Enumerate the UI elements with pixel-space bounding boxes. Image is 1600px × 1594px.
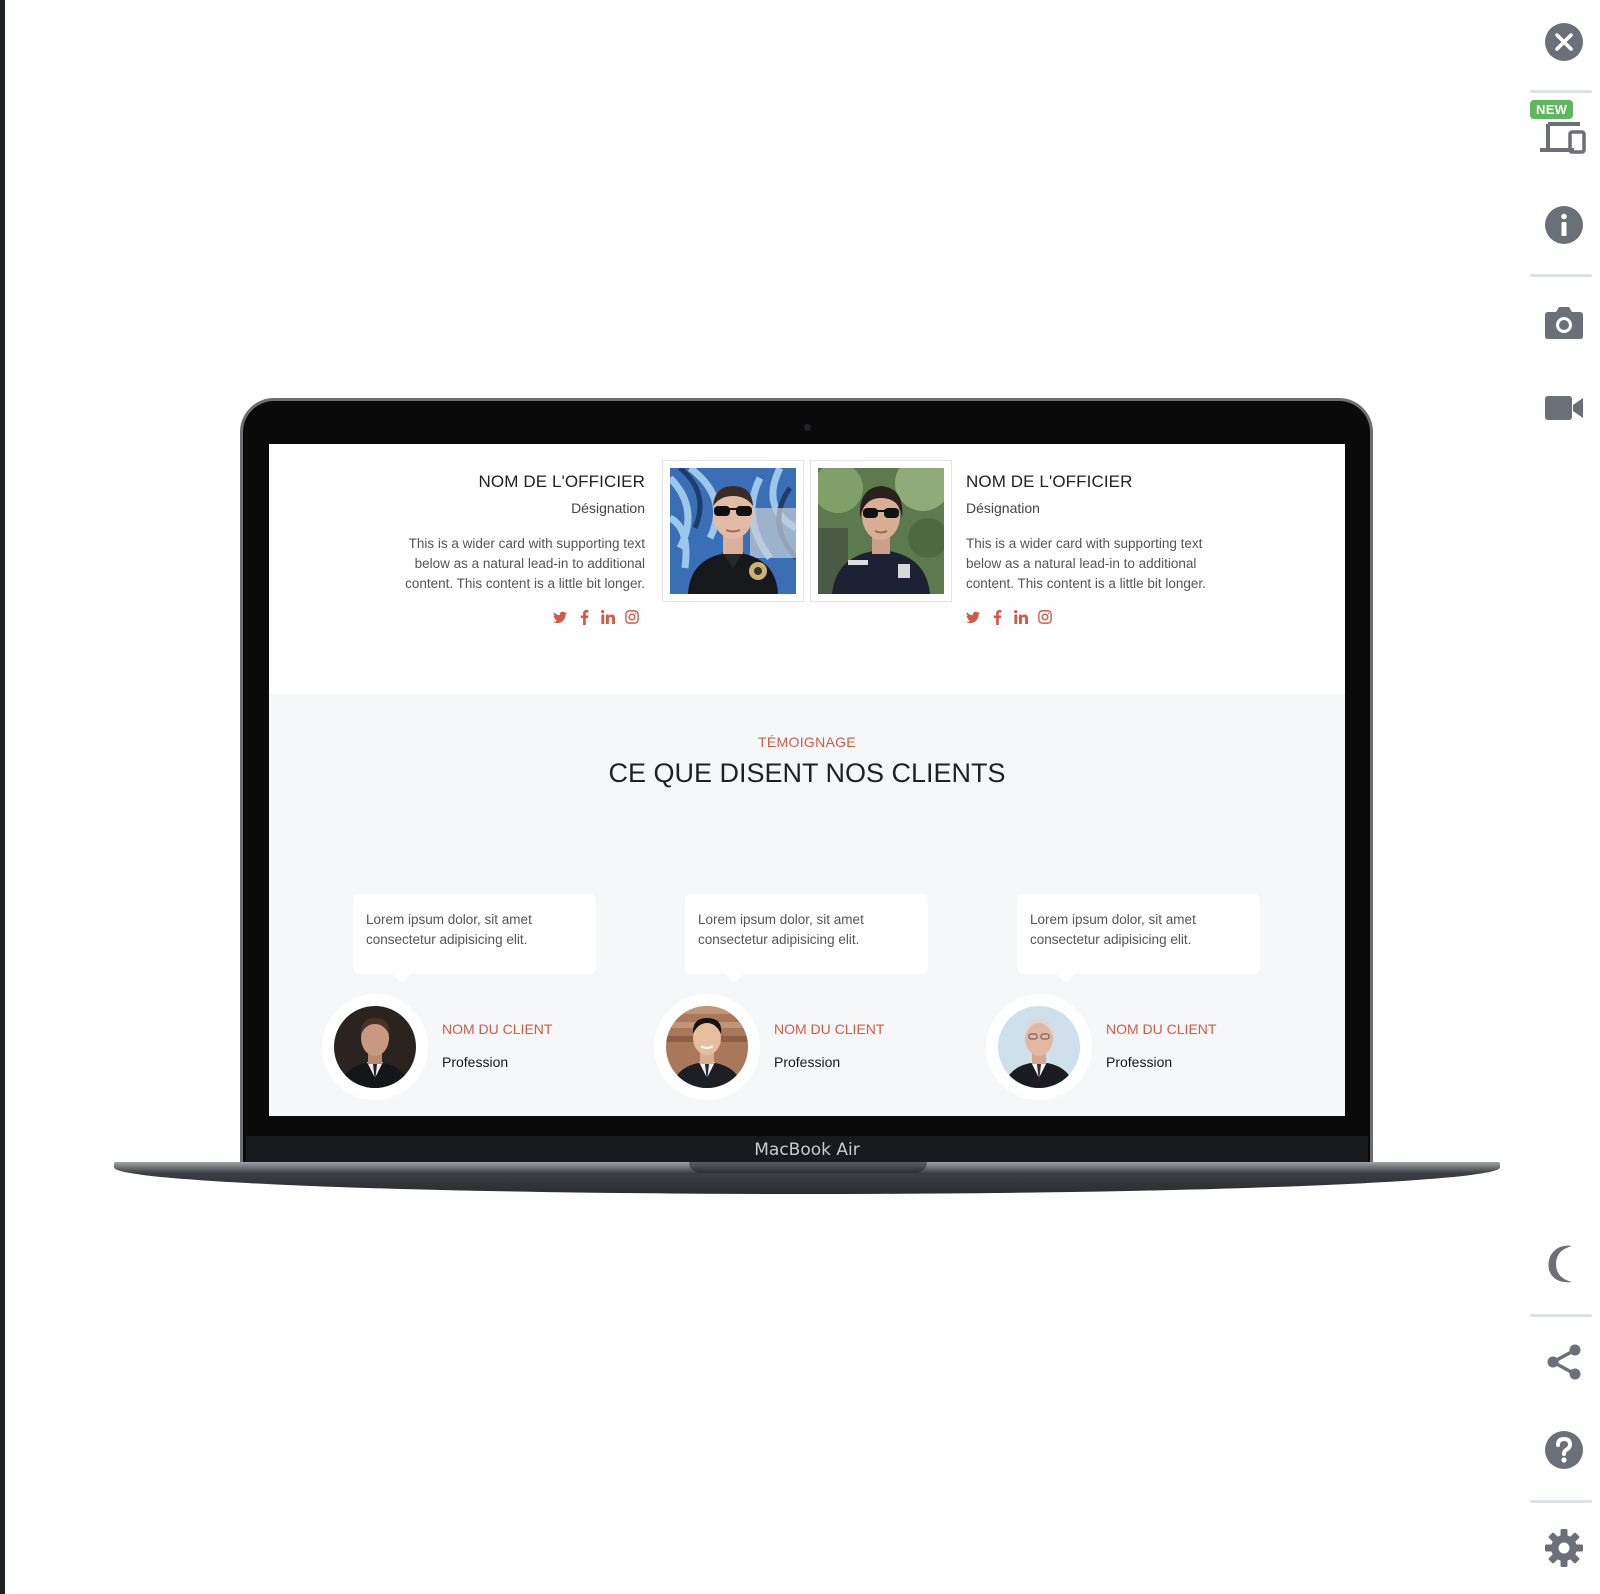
record-video-button[interactable] <box>1542 386 1586 430</box>
client-row: NOM DU CLIENT Profession <box>986 994 1216 1100</box>
toolbar-divider <box>1530 1500 1592 1503</box>
officer-card-1-text: NOM DE L'OFFICIER Désignation This is a … <box>405 472 645 625</box>
share-icon <box>1547 1344 1581 1380</box>
moon-icon <box>1548 1245 1572 1283</box>
facebook-icon[interactable] <box>577 609 591 625</box>
facebook-icon[interactable] <box>990 609 1004 625</box>
testimonial-card: Lorem ipsum dolor, sit amet consectetur … <box>986 894 1260 1100</box>
video-icon <box>1545 396 1583 420</box>
testimonials-section: TÉMOIGNAGE CE QUE DISENT NOS CLIENTS Lor… <box>269 694 1345 1116</box>
officer-designation: Désignation <box>966 500 1040 516</box>
linkedin-icon[interactable] <box>1014 610 1028 624</box>
linkedin-icon[interactable] <box>601 610 615 624</box>
testimonial-quote: Lorem ipsum dolor, sit amet consectetur … <box>353 894 596 983</box>
camera-icon <box>1545 307 1583 339</box>
laptop-base-notch <box>689 1162 927 1173</box>
section-title: CE QUE DISENT NOS CLIENTS <box>608 758 1006 788</box>
client-row: NOM DU CLIENT Profession <box>654 994 884 1100</box>
preview-toolbar: NEW <box>1520 0 1600 1594</box>
client-profession: Profession <box>1106 1053 1173 1070</box>
new-badge: NEW <box>1530 100 1574 119</box>
social-links <box>966 609 1206 625</box>
client-profession: Profession <box>774 1053 841 1070</box>
client-avatar-image <box>998 1006 1080 1088</box>
client-name: NOM DU CLIENT <box>774 1020 885 1037</box>
share-button[interactable] <box>1542 1340 1586 1384</box>
team-section: NOM DE L'OFFICIER Désignation This is a … <box>269 444 1345 694</box>
info-button[interactable] <box>1542 203 1586 247</box>
help-button[interactable] <box>1542 1428 1586 1472</box>
device-switch-button[interactable]: NEW <box>1530 100 1596 160</box>
twitter-icon[interactable] <box>553 610 567 624</box>
client-profession: Profession <box>442 1053 509 1070</box>
client-avatar-image <box>334 1006 416 1088</box>
help-icon <box>1545 1431 1583 1469</box>
officer-designation: Désignation <box>571 500 645 516</box>
officer-description: This is a wider card with supporting tex… <box>405 536 645 591</box>
toolbar-divider <box>1530 90 1592 93</box>
twitter-icon[interactable] <box>966 610 980 624</box>
toolbar-divider <box>1530 274 1592 277</box>
client-info: NOM DU CLIENT Profession <box>442 1021 552 1070</box>
officer-name: NOM DE L'OFFICIER <box>478 472 645 491</box>
screenshot-button[interactable] <box>1542 300 1586 344</box>
avatar <box>986 994 1092 1100</box>
laptop-camera <box>804 424 811 431</box>
officer-description: This is a wider card with supporting tex… <box>966 536 1206 591</box>
laptop-screen: NOM DE L'OFFICIER Désignation This is a … <box>269 444 1345 1116</box>
officer-photo-1 <box>662 460 804 602</box>
device-label: MacBook Air <box>754 1140 860 1160</box>
background-window-edge <box>0 0 5 1594</box>
social-links <box>405 609 645 625</box>
info-icon <box>1545 206 1583 244</box>
testimonial-quote: Lorem ipsum dolor, sit amet consectetur … <box>1017 894 1260 983</box>
instagram-icon[interactable] <box>625 610 639 624</box>
client-info: NOM DU CLIENT Profession <box>1106 1021 1216 1070</box>
gear-icon <box>1545 1529 1583 1567</box>
close-button[interactable] <box>1542 20 1586 64</box>
avatar <box>322 994 428 1100</box>
instagram-icon[interactable] <box>1038 610 1052 624</box>
testimonial-card: Lorem ipsum dolor, sit amet consectetur … <box>654 894 928 1100</box>
officer-photo-image <box>818 468 944 594</box>
officer-photo-image <box>670 468 796 594</box>
client-avatar-image <box>666 1006 748 1088</box>
dark-mode-toggle[interactable] <box>1542 1242 1586 1286</box>
officer-photo-2 <box>810 460 952 602</box>
close-icon <box>1545 23 1583 61</box>
client-row: NOM DU CLIENT Profession <box>322 994 552 1100</box>
avatar <box>654 994 760 1100</box>
officer-name: NOM DE L'OFFICIER <box>966 472 1133 491</box>
client-name: NOM DU CLIENT <box>1106 1020 1217 1037</box>
officer-card-2-text: NOM DE L'OFFICIER Désignation This is a … <box>966 472 1206 625</box>
settings-button[interactable] <box>1542 1526 1586 1570</box>
section-eyebrow: TÉMOIGNAGE <box>758 734 856 750</box>
toolbar-divider <box>1530 1314 1592 1317</box>
testimonial-quote: Lorem ipsum dolor, sit amet consectetur … <box>685 894 928 983</box>
client-info: NOM DU CLIENT Profession <box>774 1021 884 1070</box>
testimonial-card: Lorem ipsum dolor, sit amet consectetur … <box>322 894 596 1100</box>
client-name: NOM DU CLIENT <box>442 1020 553 1037</box>
